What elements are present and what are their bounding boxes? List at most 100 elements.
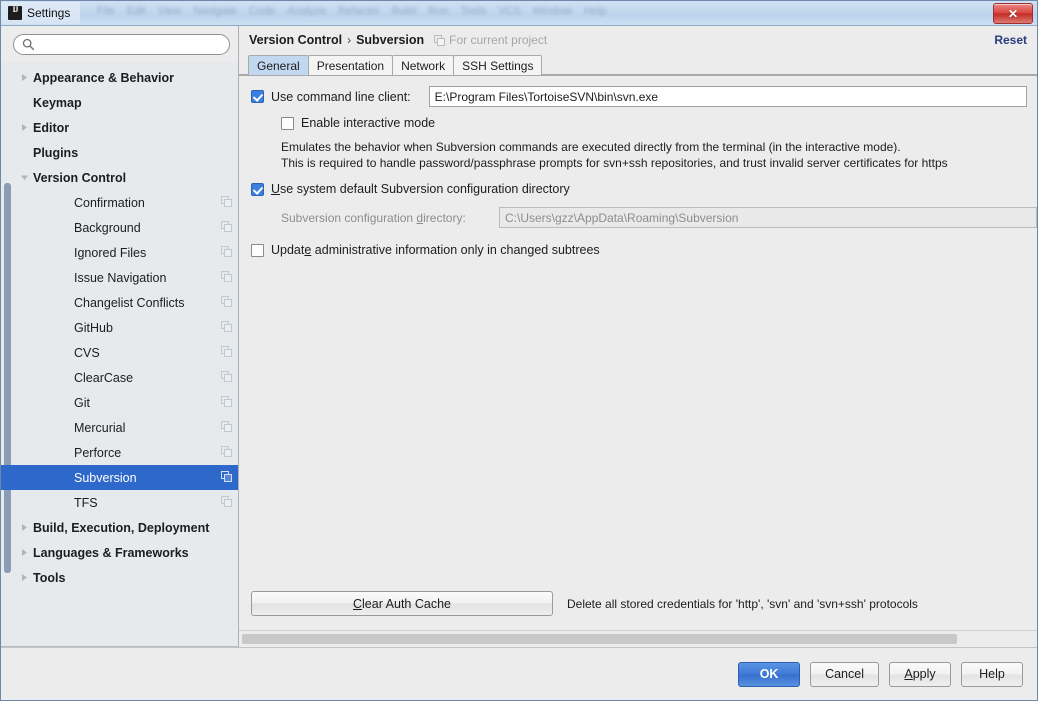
use-command-line-client-row: Use command line client: E:\Program File… (251, 86, 1037, 107)
sidebar-item-label: Version Control (33, 170, 127, 185)
sidebar-item-label: Tools (33, 570, 66, 585)
help-label: Help (979, 667, 1005, 681)
sidebar-item-editor[interactable]: Editor (1, 115, 238, 140)
sidebar-item-keymap[interactable]: Keymap (1, 90, 238, 115)
ghost-menu-item: Edit (126, 5, 146, 17)
module-icon (434, 34, 446, 46)
dialog-footer: OK Cancel Apply Help (1, 647, 1037, 700)
help-button[interactable]: Help (961, 661, 1023, 687)
settings-tree[interactable]: Appearance & Behavior Keymap Editor Plugins… (1, 62, 238, 646)
sidebar-item-tfs[interactable]: TFS (1, 490, 238, 515)
search-box[interactable] (13, 34, 230, 55)
tree-arrow[interactable] (15, 573, 33, 582)
use-command-line-client-label[interactable]: Use command line client: (271, 90, 411, 104)
command-line-client-path-input[interactable]: E:\Program Files\TortoiseSVN\bin\svn.exe (428, 86, 1027, 107)
update-label-suffix: administrative information only in chang… (311, 243, 600, 257)
module-icon (221, 220, 232, 235)
update-label-prefix: Updat (271, 243, 305, 257)
tab-content-frame: Use command line client: E:\Program File… (239, 75, 1037, 647)
chevron-right-icon (21, 124, 27, 131)
sidebar-item-label: Ignored Files (74, 245, 147, 260)
apply-button[interactable]: Apply (889, 661, 951, 687)
use-system-default-dir-label[interactable]: Use system default Subversion configurat… (271, 182, 570, 196)
tree-arrow[interactable] (15, 173, 33, 182)
sidebar-item-label: CVS (74, 345, 100, 360)
enable-interactive-mode-checkbox[interactable] (281, 116, 294, 130)
ghost-menu-item: Navigate (193, 5, 237, 17)
close-icon: ✕ (1007, 6, 1019, 21)
sidebar-item-confirmation[interactable]: Confirmation (1, 190, 238, 215)
module-icon (221, 445, 232, 460)
sidebar-item-version-control[interactable]: Version Control (1, 165, 238, 190)
ghost-menu-item: View (157, 5, 182, 17)
sidebar-item-label: Changelist Conflicts (74, 295, 185, 310)
config-label-suffix: irectory: (423, 210, 466, 225)
sidebar-item-ignored-files[interactable]: Ignored Files (1, 240, 238, 265)
sidebar-item-git[interactable]: Git (1, 390, 238, 415)
tree-arrow[interactable] (15, 73, 33, 82)
sidebar-item-subversion[interactable]: Subversion (1, 465, 238, 490)
sidebar-item-label: Plugins (33, 145, 79, 160)
settings-sidebar: Appearance & Behavior Keymap Editor Plugins… (1, 26, 239, 647)
sidebar-divider (1, 646, 238, 647)
sidebar-item-background[interactable]: Background (1, 215, 238, 240)
sidebar-search-wrap (1, 26, 238, 62)
sidebar-item-plugins[interactable]: Plugins (1, 140, 238, 165)
sidebar-item-mercurial[interactable]: Mercurial (1, 415, 238, 440)
tree-arrow[interactable] (15, 548, 33, 557)
ok-button[interactable]: OK (738, 661, 801, 687)
ghost-menu-item: Code (248, 5, 276, 17)
sidebar-item-perforce[interactable]: Perforce (1, 440, 238, 465)
project-scope-indicator: For current project (434, 33, 547, 47)
ghost-menu-item: Build (391, 5, 417, 17)
search-input[interactable] (35, 36, 229, 53)
cancel-label: Cancel (825, 667, 864, 681)
tab-network[interactable]: Network (392, 55, 455, 75)
apply-suffix: pply (912, 667, 936, 681)
sidebar-item-clearcase[interactable]: ClearCase (1, 365, 238, 390)
sidebar-item-github[interactable]: GitHub (1, 315, 238, 340)
reset-link[interactable]: Reset (994, 33, 1027, 47)
enable-interactive-mode-label[interactable]: Enable interactive mode (301, 116, 435, 130)
module-icon (221, 395, 232, 410)
sidebar-item-label: Mercurial (74, 420, 126, 435)
intellij-idea-icon (8, 5, 22, 20)
sidebar-item-appearance-behavior[interactable]: Appearance & Behavior (1, 65, 238, 90)
content-scroll-thumb[interactable] (242, 634, 957, 644)
config-directory-row: Subversion configuration directory: C:\U… (281, 207, 1037, 228)
tree-arrow[interactable] (15, 523, 33, 532)
clear-auth-cache-button[interactable]: Clear Auth Cache (251, 591, 553, 616)
sidebar-item-label: TFS (74, 495, 98, 510)
sidebar-item-build-execution-deployment[interactable]: Build, Execution, Deployment (1, 515, 238, 540)
interactive-mode-description: Emulates the behavior when Subversion co… (281, 139, 1037, 171)
update-admin-info-checkbox[interactable] (251, 243, 264, 257)
tab-ssh-settings[interactable]: SSH Settings (453, 55, 543, 75)
sidebar-item-changelist-conflicts[interactable]: Changelist Conflicts (1, 290, 238, 315)
config-directory-label: Subversion configuration directory: (281, 211, 499, 225)
sidebar-item-languages-frameworks[interactable]: Languages & Frameworks (1, 540, 238, 565)
update-admin-info-label[interactable]: Update administrative information only i… (271, 243, 600, 257)
use-system-default-dir-checkbox[interactable] (251, 182, 264, 196)
breadcrumb-parent[interactable]: Version Control (249, 33, 342, 47)
module-icon (221, 345, 232, 360)
sidebar-item-label: Perforce (74, 445, 122, 460)
clear-auth-suffix: lear Auth Cache (362, 596, 451, 611)
breadcrumb-current: Subversion (356, 33, 425, 47)
sidebar-item-issue-navigation[interactable]: Issue Navigation (1, 265, 238, 290)
sidebar-item-cvs[interactable]: CVS (1, 340, 238, 365)
tab-label: Network (401, 58, 446, 73)
ghost-menu-item: Analyze (287, 5, 327, 17)
tree-arrow[interactable] (15, 123, 33, 132)
config-directory-value: C:\Users\gzz\AppData\Roaming\Subversion (505, 210, 739, 225)
tab-general[interactable]: General (248, 55, 309, 75)
use-command-line-client-checkbox[interactable] (251, 90, 264, 103)
content-horizontal-scrollbar[interactable] (239, 630, 1037, 647)
close-button[interactable]: ✕ (993, 3, 1033, 24)
tab-presentation[interactable]: Presentation (307, 55, 394, 75)
cancel-button[interactable]: Cancel (810, 661, 879, 687)
chevron-right-icon (21, 524, 27, 531)
sidebar-item-tools[interactable]: Tools (1, 565, 238, 590)
module-icon (221, 270, 232, 285)
ghost-menu-item: Run (428, 5, 449, 17)
window-title: Settings (27, 6, 71, 20)
